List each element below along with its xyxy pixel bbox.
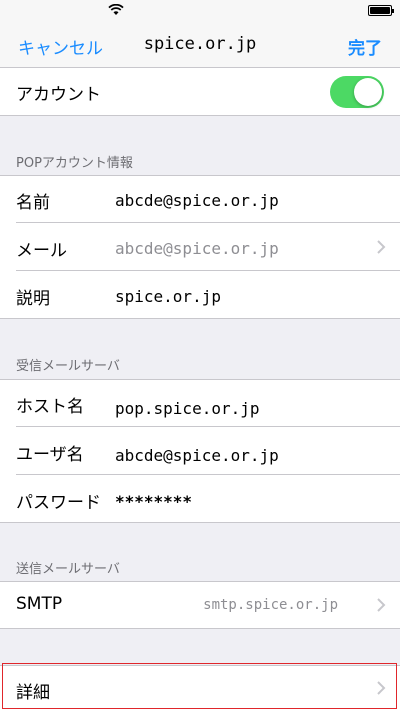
page-title: spice.or.jp [143,34,257,54]
password-row[interactable]: パスワード ******** [0,475,400,523]
host-value[interactable]: pop.spice.or.jp [115,399,260,418]
smtp-label: SMTP [16,594,63,614]
name-value[interactable]: abcde@spice.or.jp [115,191,279,210]
section-header-pop: POPアカウント情報 [16,156,133,171]
wifi-icon [108,4,124,15]
toggle-knob [354,78,382,106]
battery-icon [368,5,394,16]
highlight-frame [2,663,397,709]
username-label: ユーザ名 [16,445,84,465]
account-row: アカウント [0,68,400,116]
host-row[interactable]: ホスト名 pop.spice.or.jp [0,379,400,427]
password-value[interactable]: ******** [115,492,192,511]
description-row[interactable]: 説明 spice.or.jp [0,271,400,319]
mail-row[interactable]: メール abcde@spice.or.jp [0,223,400,271]
chevron-right-icon [377,598,386,612]
account-toggle[interactable] [330,76,384,108]
username-value[interactable]: abcde@spice.or.jp [115,446,279,465]
mail-label: メール [16,241,67,261]
name-row[interactable]: 名前 abcde@spice.or.jp [0,175,400,223]
done-button[interactable]: 完了 [348,34,382,59]
description-label: 説明 [16,289,50,309]
username-row[interactable]: ユーザ名 abcde@spice.or.jp [0,427,400,475]
section-header-incoming: 受信メールサーバ [16,359,120,374]
section-header-outgoing: 送信メールサーバ [16,562,120,577]
host-label: ホスト名 [16,397,84,417]
smtp-value: smtp.spice.or.jp [203,597,338,613]
account-label: アカウント [16,85,101,105]
chevron-right-icon [377,240,386,254]
status-bar [0,0,400,22]
description-value[interactable]: spice.or.jp [115,287,221,306]
password-label: パスワード [16,493,101,513]
name-label: 名前 [16,193,50,213]
navigation-bar: キャンセル spice.or.jp 完了 [0,22,400,68]
mail-value: abcde@spice.or.jp [115,239,279,258]
smtp-row[interactable]: SMTP smtp.spice.or.jp [0,581,400,629]
